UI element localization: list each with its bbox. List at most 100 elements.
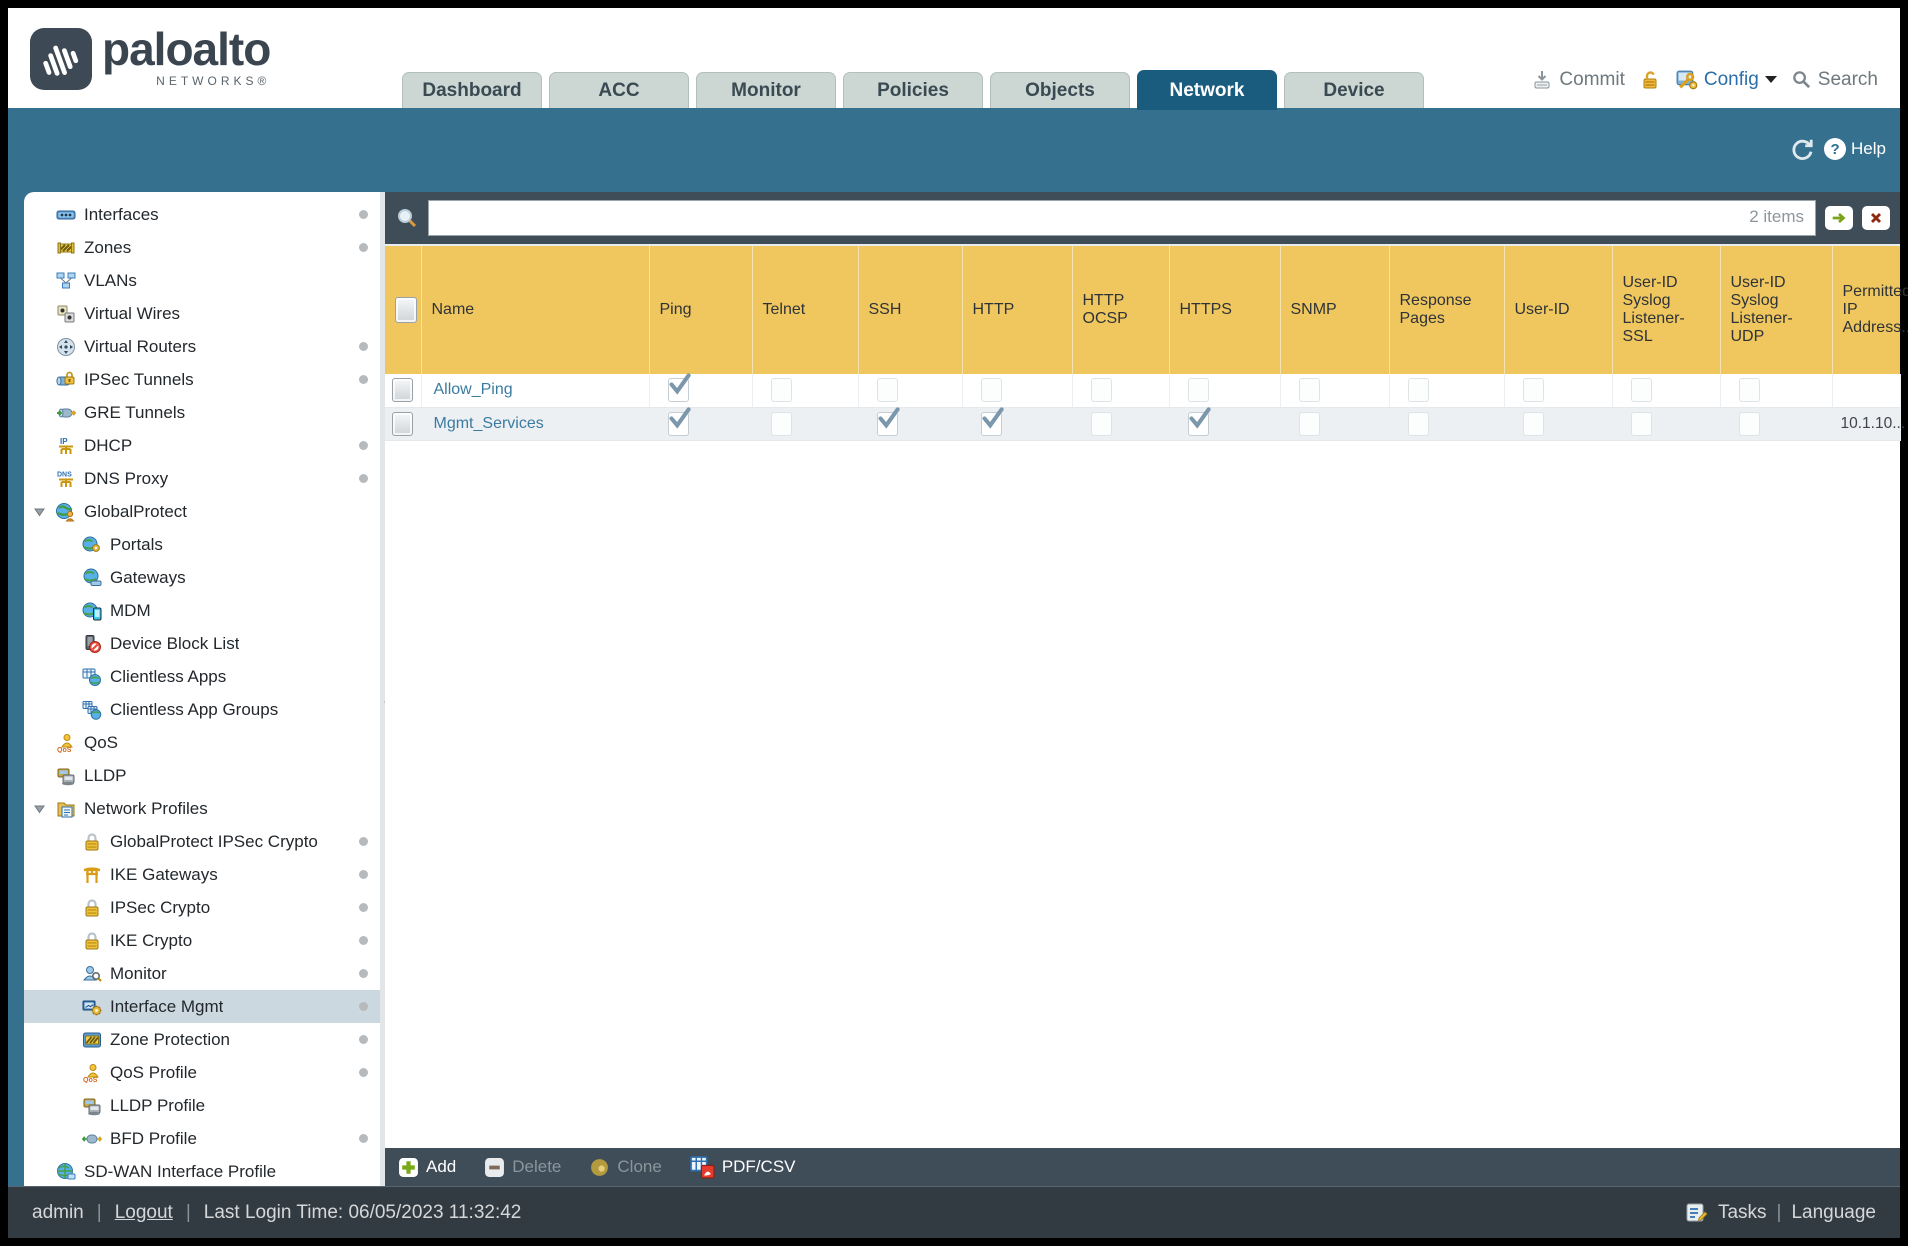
logout-link[interactable]: Logout xyxy=(115,1202,173,1224)
http_ocsp-checkbox-unchecked xyxy=(1090,411,1112,436)
sidebar-item-lldp-profile[interactable]: LLDP Profile xyxy=(24,1089,380,1122)
sidebar-item-label: SD-WAN Interface Profile xyxy=(84,1161,277,1181)
row-link-mgmt-services[interactable]: Mgmt_Services xyxy=(434,415,544,432)
tasks-button[interactable]: Tasks xyxy=(1718,1202,1767,1224)
clear-filter-button[interactable] xyxy=(1862,206,1890,230)
banner-controls: ? Help xyxy=(1789,136,1886,162)
tab-monitor[interactable]: Monitor xyxy=(696,72,836,108)
column-header-https[interactable]: HTTPS xyxy=(1169,246,1281,374)
status-dot xyxy=(359,1134,368,1143)
pdf-csv-button[interactable]: PDF/CSV xyxy=(690,1155,796,1180)
paloalto-logo: paloalto NETWORKS® xyxy=(30,20,271,90)
sidebar-item-gre-tunnels[interactable]: GRE Tunnels xyxy=(24,396,380,429)
lock-icon xyxy=(82,931,102,951)
zone-protection-icon xyxy=(82,1030,102,1050)
sidebar-item-qos-profile[interactable]: QoS QoS Profile xyxy=(24,1056,380,1089)
filter-input[interactable] xyxy=(428,200,1816,236)
tab-device[interactable]: Device xyxy=(1284,72,1424,108)
sidebar-item-device-block-list[interactable]: Device Block List xyxy=(24,627,380,660)
status-dot xyxy=(359,243,368,252)
sidebar-item-qos[interactable]: QoS QoS xyxy=(24,726,380,759)
column-header-snmp[interactable]: SNMP xyxy=(1280,246,1390,374)
sidebar-item-globalprotect[interactable]: GlobalProtect xyxy=(24,495,380,528)
virtual-wires-icon xyxy=(56,304,76,324)
lock-icon[interactable] xyxy=(1639,69,1661,91)
column-header-name[interactable]: Name xyxy=(421,246,650,374)
sidebar-item-lldp[interactable]: LLDP xyxy=(24,759,380,792)
config-icon xyxy=(1675,68,1698,91)
sidebar-item-monitor[interactable]: Monitor xyxy=(24,957,380,990)
sidebar-item-interface-mgmt[interactable]: Interface Mgmt xyxy=(24,990,380,1023)
sidebar-item-zone-protection[interactable]: Zone Protection xyxy=(24,1023,380,1056)
help-button[interactable]: ? Help xyxy=(1824,138,1886,160)
toolbar-button-label: Add xyxy=(426,1157,457,1176)
clientless-app-groups-icon xyxy=(82,700,102,720)
sidebar-item-portals[interactable]: Portals xyxy=(24,528,380,561)
uid_syslog_udp-cell xyxy=(1720,407,1833,441)
sidebar-item-label: IPSec Tunnels xyxy=(84,369,194,389)
sidebar-item-bfd-profile[interactable]: BFD Profile xyxy=(24,1122,380,1155)
search-icon xyxy=(1791,69,1812,90)
sidebar-item-globalprotect-ipsec-crypto[interactable]: GlobalProtect IPSec Crypto xyxy=(24,825,380,858)
sidebar-item-ike-crypto[interactable]: IKE Crypto xyxy=(24,924,380,957)
sidebar-item-vlans[interactable]: VLANs xyxy=(24,264,380,297)
ssh-cell xyxy=(858,374,963,408)
tab-network[interactable]: Network xyxy=(1137,70,1277,110)
select-all-checkbox[interactable] xyxy=(395,297,417,323)
status-dot xyxy=(359,375,368,384)
column-header-permitted-ip-address[interactable]: Permitted IP Address... xyxy=(1832,246,1908,374)
clone-button[interactable]: Clone xyxy=(589,1157,662,1178)
sidebar-item-clientless-app-groups[interactable]: Clientless App Groups xyxy=(24,693,380,726)
row-select-checkbox[interactable] xyxy=(392,411,414,436)
bfd-profile-icon xyxy=(81,1129,103,1149)
global-search-button[interactable]: Search xyxy=(1791,69,1878,91)
sidebar-item-dhcp[interactable]: IP DHCP xyxy=(24,429,380,462)
delete-button[interactable]: Delete xyxy=(484,1157,561,1178)
sidebar-item-label: Network Profiles xyxy=(84,798,208,818)
sidebar-item-label: GRE Tunnels xyxy=(84,402,186,422)
sidebar-item-mdm[interactable]: MDM xyxy=(24,594,380,627)
svg-text:IP: IP xyxy=(60,437,68,446)
column-header-telnet[interactable]: Telnet xyxy=(752,246,859,374)
expand-triangle-icon[interactable] xyxy=(34,507,45,517)
sidebar-item-ipsec-crypto[interactable]: IPSec Crypto xyxy=(24,891,380,924)
sidebar-item-label: QoS Profile xyxy=(110,1062,197,1082)
sidebar-item-gateways[interactable]: Gateways xyxy=(24,561,380,594)
column-header-http[interactable]: HTTP xyxy=(962,246,1073,374)
language-button[interactable]: Language xyxy=(1791,1202,1876,1224)
column-header-response-pages[interactable]: Response Pages xyxy=(1389,246,1505,374)
add-button[interactable]: Add xyxy=(398,1157,456,1178)
row-select-checkbox[interactable] xyxy=(392,378,414,403)
column-header-user-id[interactable]: User-ID xyxy=(1504,246,1613,374)
apply-filter-button[interactable] xyxy=(1825,206,1853,230)
sidebar-item-virtual-wires[interactable]: Virtual Wires xyxy=(24,297,380,330)
sidebar-item-dns-proxy[interactable]: DNS DNS Proxy xyxy=(24,462,380,495)
uid_syslog_ssl-checkbox-unchecked xyxy=(1630,411,1652,436)
config-menu-button[interactable]: Config xyxy=(1675,68,1777,91)
sidebar-item-virtual-routers[interactable]: Virtual Routers xyxy=(24,330,380,363)
delete-icon xyxy=(484,1157,505,1178)
navigation-tree: Interfaces Zones VLANs Virtual Wires Virtual… xyxy=(24,192,380,1186)
sidebar-item-ike-gateways[interactable]: IKE Gateways xyxy=(24,858,380,891)
sidebar-item-ipsec-tunnels[interactable]: IPSec Tunnels xyxy=(24,363,380,396)
sidebar-item-zones[interactable]: Zones xyxy=(24,231,380,264)
tab-acc[interactable]: ACC xyxy=(549,72,689,108)
commit-button[interactable]: Commit xyxy=(1531,69,1625,91)
column-header-http-ocsp[interactable]: HTTP OCSP xyxy=(1072,246,1170,374)
sidebar-item-sd-wan-interface-profile[interactable]: SD-WAN Interface Profile xyxy=(24,1155,380,1186)
column-header-ping[interactable]: Ping xyxy=(649,246,753,374)
tab-objects[interactable]: Objects xyxy=(990,72,1130,108)
http-cell xyxy=(962,374,1073,408)
column-header-user-id-syslog-listener-ssl[interactable]: User-ID Syslog Listener-SSL xyxy=(1612,246,1721,374)
sidebar-item-interfaces[interactable]: Interfaces xyxy=(24,198,380,231)
interface-mgmt-icon xyxy=(82,997,102,1017)
column-header-user-id-syslog-listener-udp[interactable]: User-ID Syslog Listener-UDP xyxy=(1720,246,1833,374)
tab-policies[interactable]: Policies xyxy=(843,72,983,108)
refresh-icon[interactable] xyxy=(1789,136,1815,162)
tab-dashboard[interactable]: Dashboard xyxy=(402,72,542,108)
row-link-allow-ping[interactable]: Allow_Ping xyxy=(434,381,513,398)
sidebar-item-network-profiles[interactable]: Network Profiles xyxy=(24,792,380,825)
sidebar-item-clientless-apps[interactable]: Clientless Apps xyxy=(24,660,380,693)
column-header-ssh[interactable]: SSH xyxy=(858,246,963,374)
expand-triangle-icon[interactable] xyxy=(34,804,45,814)
